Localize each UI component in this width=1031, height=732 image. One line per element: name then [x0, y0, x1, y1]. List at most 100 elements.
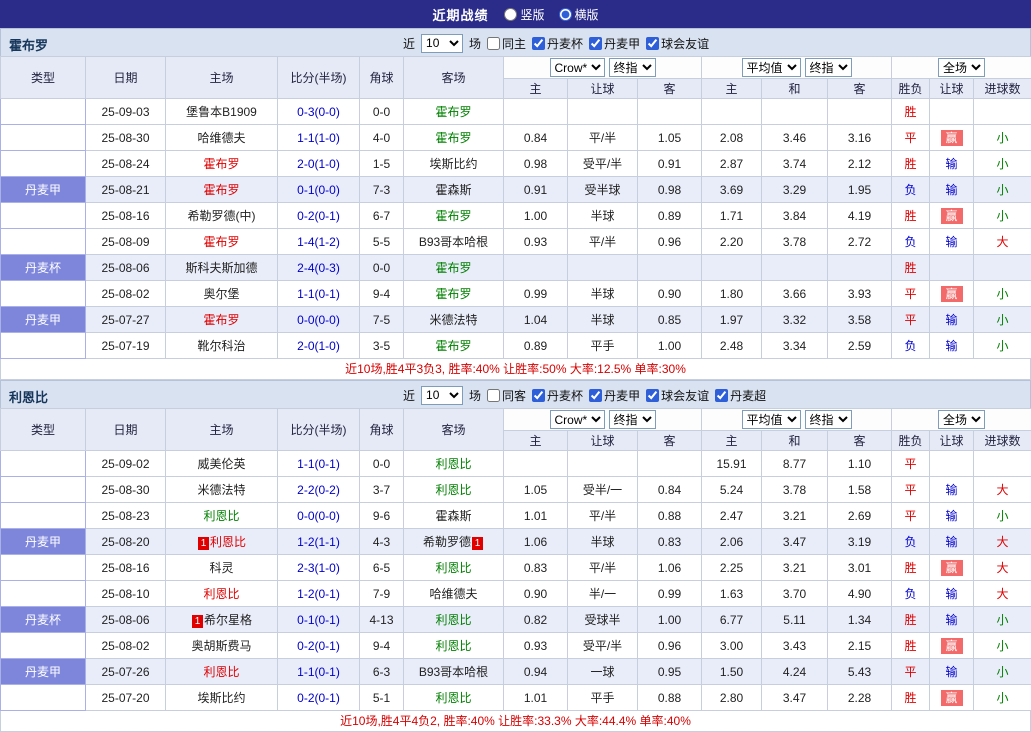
avg-home-cell: 3.69	[702, 177, 762, 203]
goals-cell: 大	[974, 477, 1031, 503]
result-cell: 负	[892, 529, 930, 555]
match-row: 丹麦甲25-07-26利恩比1-1(0-1)6-3B93哥本哈根0.94一球0.…	[1, 659, 1031, 685]
sub-col-header: 主	[504, 431, 568, 451]
filter-丹麦杯[interactable]: 丹麦杯	[532, 35, 583, 52]
filter-checkbox[interactable]	[487, 37, 500, 50]
corner-cell: 9-4	[360, 281, 404, 307]
date-cell: 25-08-02	[86, 633, 166, 659]
match-count-select[interactable]: 10	[421, 386, 463, 405]
layout-radio-horizontal[interactable]: 横版	[559, 6, 599, 23]
goals-cell: 小	[974, 685, 1031, 711]
team-link: 霍布罗	[435, 209, 471, 223]
odds-away-cell: 0.96	[638, 229, 702, 255]
header-dropdown[interactable]: 终指	[609, 58, 656, 77]
home-team-cell: 奥胡斯费马	[166, 633, 278, 659]
topbar: 近期战绩 竖版横版	[0, 0, 1031, 28]
header-dropdown[interactable]: 平均值	[742, 410, 801, 429]
avg-away-cell: 1.58	[828, 477, 892, 503]
team-section: 利恩比近10场同客丹麦杯丹麦甲球会友谊丹麦超类型日期主场比分(半场)角球客场Cr…	[0, 380, 1031, 732]
avg-home-cell	[702, 255, 762, 281]
filter-checkbox[interactable]	[532, 389, 545, 402]
header-dropdown[interactable]: 终指	[805, 58, 852, 77]
team-link: 利恩比	[435, 691, 471, 705]
odds-away-cell: 1.06	[638, 555, 702, 581]
avg-draw-cell: 3.21	[762, 503, 828, 529]
filter-球会友谊[interactable]: 球会友谊	[646, 387, 709, 404]
league-cell: 丹麦甲	[1, 633, 86, 659]
odds-line-cell: 半/一	[568, 581, 638, 607]
filter-丹麦超[interactable]: 丹麦超	[715, 387, 766, 404]
score-cell: 2-0(1-0)	[278, 333, 360, 359]
home-team-cell: 斯科夫斯加德	[166, 255, 278, 281]
filter-checkbox[interactable]	[646, 37, 659, 50]
odds-line-cell: 平/半	[568, 503, 638, 529]
avg-away-cell: 2.28	[828, 685, 892, 711]
filter-checkbox[interactable]	[589, 37, 602, 50]
odds-away-cell: 1.00	[638, 333, 702, 359]
header-dropdown[interactable]: Crow*	[550, 410, 605, 429]
league-cell: 丹麦杯	[1, 451, 86, 477]
result-cell: 胜	[892, 203, 930, 229]
header-dropdown[interactable]: 全场	[938, 410, 985, 429]
sub-col-header: 胜负	[892, 431, 930, 451]
header-dropdown[interactable]: 平均值	[742, 58, 801, 77]
odds-line-cell: 半球	[568, 203, 638, 229]
date-cell: 25-08-24	[86, 151, 166, 177]
filter-丹麦杯[interactable]: 丹麦杯	[532, 387, 583, 404]
radio-input[interactable]	[504, 8, 517, 21]
filter-球会友谊[interactable]: 球会友谊	[646, 35, 709, 52]
filter-checkbox[interactable]	[487, 389, 500, 402]
team-link: 利恩比	[435, 483, 471, 497]
result-cell: 胜	[892, 685, 930, 711]
date-cell: 25-08-06	[86, 255, 166, 281]
select-group-cell: 全场	[892, 409, 1031, 431]
league-cell: 丹麦甲	[1, 555, 86, 581]
filter-checkbox[interactable]	[589, 389, 602, 402]
header-dropdown[interactable]: Crow*	[550, 58, 605, 77]
filter-同主[interactable]: 同主	[487, 35, 526, 52]
header-dropdown[interactable]: 终指	[805, 410, 852, 429]
odds-home-cell	[504, 99, 568, 125]
layout-radio-vertical[interactable]: 竖版	[504, 6, 544, 23]
avg-draw-cell: 3.84	[762, 203, 828, 229]
home-team-cell: 米德法特	[166, 477, 278, 503]
home-team-cell: 科灵	[166, 555, 278, 581]
score-cell: 0-0(0-0)	[278, 307, 360, 333]
goals-cell	[974, 451, 1031, 477]
header-dropdown[interactable]: 终指	[609, 410, 656, 429]
score-cell: 0-3(0-0)	[278, 99, 360, 125]
league-cell: 丹麦杯	[1, 99, 86, 125]
avg-away-cell: 3.93	[828, 281, 892, 307]
odds-line-cell: 受半/一	[568, 477, 638, 503]
match-count-select[interactable]: 10	[421, 34, 463, 53]
away-team-cell: B93哥本哈根	[404, 659, 504, 685]
filter-checkbox[interactable]	[646, 389, 659, 402]
odds-away-cell: 0.88	[638, 685, 702, 711]
corner-cell: 4-0	[360, 125, 404, 151]
sub-col-header: 客	[638, 79, 702, 99]
team-link: 靴尔科治	[197, 339, 245, 353]
near-label: 近	[403, 35, 415, 52]
odds-away-cell: 0.85	[638, 307, 702, 333]
filter-checkbox[interactable]	[532, 37, 545, 50]
goals-cell	[974, 255, 1031, 281]
sub-col-header: 让球	[930, 79, 974, 99]
sub-col-header: 客	[828, 79, 892, 99]
header-dropdown[interactable]: 全场	[938, 58, 985, 77]
date-cell: 25-08-09	[86, 229, 166, 255]
radio-input[interactable]	[559, 8, 572, 21]
filter-丹麦甲[interactable]: 丹麦甲	[589, 35, 640, 52]
col-header: 日期	[86, 57, 166, 99]
games-label: 场	[469, 35, 481, 52]
filter-同客[interactable]: 同客	[487, 387, 526, 404]
avg-away-cell: 4.90	[828, 581, 892, 607]
score-cell: 1-2(0-1)	[278, 581, 360, 607]
avg-home-cell: 2.87	[702, 151, 762, 177]
filter-丹麦甲[interactable]: 丹麦甲	[589, 387, 640, 404]
filter-checkbox[interactable]	[715, 389, 728, 402]
odds-away-cell	[638, 99, 702, 125]
goals-cell: 大	[974, 529, 1031, 555]
team-link: 科灵	[209, 561, 233, 575]
avg-draw-cell: 3.46	[762, 125, 828, 151]
handicap-result-cell: 输	[930, 229, 974, 255]
